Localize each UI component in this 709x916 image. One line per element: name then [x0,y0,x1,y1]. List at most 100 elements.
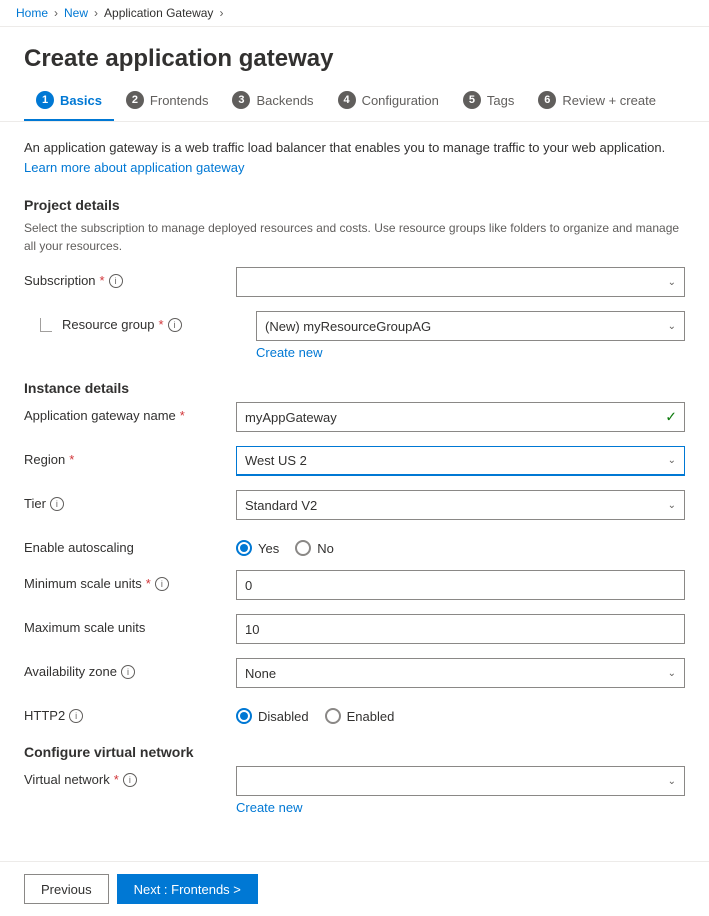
http2-radio-group: Disabled Enabled [236,702,685,724]
app-gateway-name-required: * [180,408,185,423]
instance-details-header: Instance details [24,380,685,396]
page-title: Create application gateway [24,45,685,73]
min-scale-input[interactable] [236,570,685,600]
info-description: An application gateway is a web traffic … [24,138,685,177]
resource-group-row: Resource group * i (New) myResourceGroup… [24,311,685,360]
wizard-nav: 1 Basics 2 Frontends 3 Backends 4 Config… [0,81,709,122]
subscription-required: * [100,273,105,288]
step-label-tags: Tags [487,93,514,108]
http2-enabled-radio-icon [325,708,341,724]
step-label-backends: Backends [256,93,313,108]
step-num-5: 5 [463,91,481,109]
resource-group-label: Resource group * i [62,317,182,332]
learn-more-link[interactable]: Learn more [24,160,90,175]
step-num-4: 4 [338,91,356,109]
app-gateway-name-checkmark-icon: ✓ [665,409,677,426]
region-value: West US 2 [245,453,307,468]
virtual-network-create-new-link[interactable]: Create new [236,800,302,815]
min-scale-control [236,570,685,600]
availability-zone-info-icon[interactable]: i [121,665,135,679]
max-scale-control [236,614,685,644]
region-dropdown[interactable]: West US 2 ⌄ [236,446,685,476]
region-control: West US 2 ⌄ [236,446,685,476]
breadcrumb-sep-1: › [54,6,58,20]
step-label-configuration: Configuration [362,93,439,108]
http2-disabled-option[interactable]: Disabled [236,708,309,724]
availability-zone-row: Availability zone i None ⌄ [24,658,685,688]
tier-arrow-icon: ⌄ [668,500,676,511]
breadcrumb: Home › New › Application Gateway › [0,0,709,27]
wizard-step-tags[interactable]: 5 Tags [451,81,526,121]
app-gateway-name-row: Application gateway name * ✓ [24,402,685,432]
project-details-header: Project details [24,197,685,213]
autoscaling-no-option[interactable]: No [295,540,334,556]
autoscaling-no-label: No [317,541,334,556]
tier-info-icon[interactable]: i [50,497,64,511]
subscription-control: ⌄ [236,267,685,297]
region-label: Region * [24,452,224,467]
virtual-network-control: ⌄ Create new [236,766,685,815]
wizard-step-frontends[interactable]: 2 Frontends [114,81,221,121]
step-num-6: 6 [538,91,556,109]
availability-zone-value: None [245,666,276,681]
breadcrumb-sep-2: › [94,6,98,20]
tier-control: Standard V2 ⌄ [236,490,685,520]
next-button[interactable]: Next : Frontends > [117,874,258,904]
virtual-network-header: Configure virtual network [24,744,685,760]
http2-enabled-option[interactable]: Enabled [325,708,395,724]
autoscaling-yes-label: Yes [258,541,279,556]
http2-enabled-label: Enabled [347,709,395,724]
step-num-3: 3 [232,91,250,109]
virtual-network-info-icon[interactable]: i [123,773,137,787]
max-scale-input[interactable] [236,614,685,644]
wizard-step-basics[interactable]: 1 Basics [24,81,114,121]
previous-button[interactable]: Previous [24,874,109,904]
min-scale-info-icon[interactable]: i [155,577,169,591]
breadcrumb-home[interactable]: Home [16,6,48,20]
footer: Previous Next : Frontends > [0,861,709,916]
http2-disabled-radio-icon [236,708,252,724]
autoscaling-radio-group: Yes No [236,534,685,556]
http2-disabled-label: Disabled [258,709,309,724]
resource-group-dropdown[interactable]: (New) myResourceGroupAG ⌄ [256,311,685,341]
resource-group-value: (New) myResourceGroupAG [265,319,431,334]
virtual-network-arrow-icon: ⌄ [668,776,676,787]
resource-group-create-new-link[interactable]: Create new [256,345,322,360]
wizard-step-review[interactable]: 6 Review + create [526,81,668,121]
app-gateway-name-input[interactable] [236,402,685,432]
app-gateway-name-control: ✓ [236,402,685,432]
tier-label: Tier i [24,496,224,511]
wizard-step-backends[interactable]: 3 Backends [220,81,325,121]
step-label-basics: Basics [60,93,102,108]
project-details-desc: Select the subscription to manage deploy… [24,219,685,255]
resource-group-required: * [159,317,164,332]
breadcrumb-current: Application Gateway [104,6,213,20]
http2-disabled-radio-dot [240,712,248,720]
step-label-frontends: Frontends [150,93,209,108]
autoscaling-label: Enable autoscaling [24,540,224,555]
autoscaling-yes-option[interactable]: Yes [236,540,279,556]
resource-group-info-icon[interactable]: i [168,318,182,332]
step-num-2: 2 [126,91,144,109]
http2-info-icon[interactable]: i [69,709,83,723]
virtual-network-required: * [114,772,119,787]
wizard-step-configuration[interactable]: 4 Configuration [326,81,451,121]
availability-zone-dropdown[interactable]: None ⌄ [236,658,685,688]
subscription-dropdown[interactable]: ⌄ [236,267,685,297]
availability-zone-arrow-icon: ⌄ [668,668,676,679]
http2-label: HTTP2 i [24,708,224,723]
breadcrumb-new[interactable]: New [64,6,88,20]
availability-zone-label: Availability zone i [24,664,224,679]
resource-group-control: (New) myResourceGroupAG ⌄ Create new [256,311,685,360]
step-num-1: 1 [36,91,54,109]
tier-value: Standard V2 [245,498,317,513]
virtual-network-dropdown[interactable]: ⌄ [236,766,685,796]
subscription-label: Subscription * i [24,273,224,288]
main-content: An application gateway is a web traffic … [0,122,709,861]
about-link[interactable]: about application gateway [94,160,244,175]
region-required: * [69,452,74,467]
tier-dropdown[interactable]: Standard V2 ⌄ [236,490,685,520]
subscription-info-icon[interactable]: i [109,274,123,288]
indent-decoration [40,318,52,332]
app-gateway-name-input-wrapper: ✓ [236,402,685,432]
